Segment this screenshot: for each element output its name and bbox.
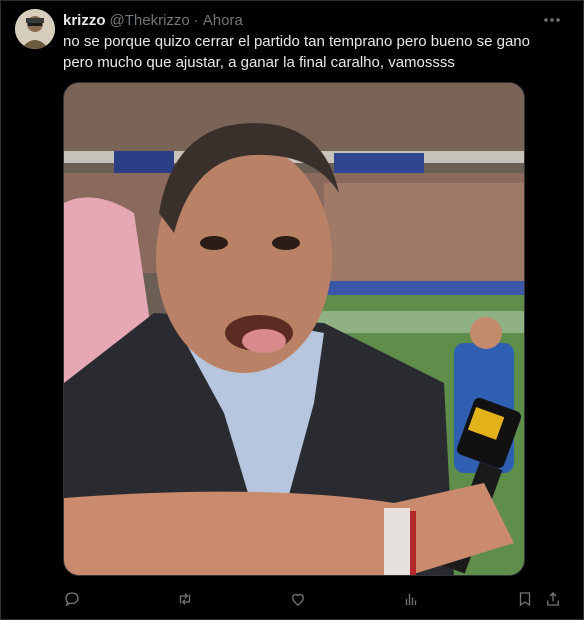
share-icon [547,592,559,606]
views-button[interactable] [397,585,425,613]
heart-icon [292,593,304,606]
tweet-text: no se porque quizo cerrar el partido tan… [63,33,530,71]
share-button[interactable] [539,585,567,613]
more-options-button[interactable] [539,10,565,30]
avatar-image [15,9,55,49]
views-chart-icon [405,593,417,605]
tweet-media-image[interactable] [63,82,525,576]
bookmark-button[interactable] [511,585,539,613]
reply-icon [65,592,79,607]
retweet-icon [179,593,191,605]
bookmark-icon [519,592,531,607]
tweet-header: krizzo @Thekrizzo · Ahora [63,10,243,30]
author-avatar[interactable] [15,9,55,49]
like-button[interactable] [284,585,312,613]
more-horizontal-icon [544,18,560,22]
media-photo [64,83,524,575]
tweet-card[interactable]: krizzo @Thekrizzo · Ahora no se porque q… [0,0,584,620]
header-separator: · [193,11,199,29]
author-display-name[interactable]: krizzo [63,12,106,29]
author-handle[interactable]: @Thekrizzo [110,12,190,29]
tweet-actions-bar [53,585,573,613]
reply-button[interactable] [58,585,86,613]
retweet-button[interactable] [171,585,199,613]
tweet-timestamp[interactable]: Ahora [203,12,243,29]
